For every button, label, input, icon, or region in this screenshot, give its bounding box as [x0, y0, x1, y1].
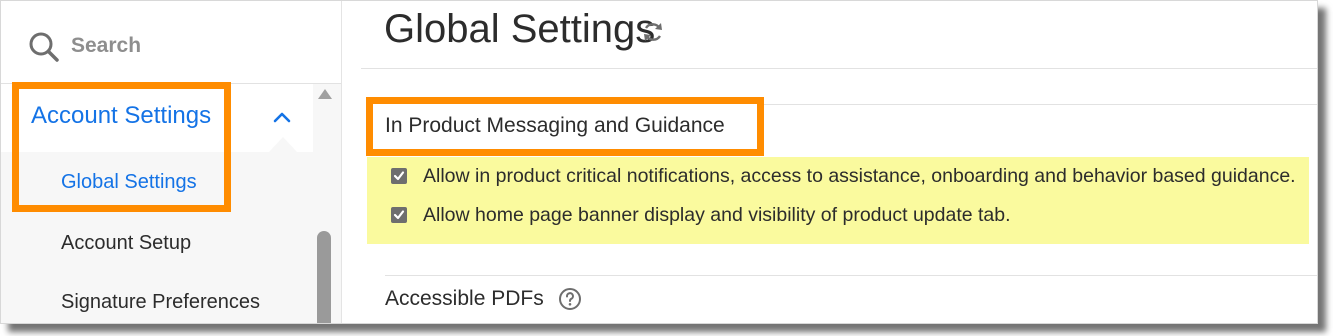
sidebar-item-signature-preferences[interactable]: Signature Preferences: [61, 291, 260, 314]
checkbox-checked-icon: [393, 210, 405, 220]
caret-notch: [269, 137, 297, 152]
divider: [361, 68, 1317, 69]
divider: [761, 104, 1317, 105]
search-input[interactable]: Search: [71, 34, 141, 58]
checkbox-checked-icon: [393, 171, 405, 181]
help-icon[interactable]: [558, 287, 582, 311]
search-bar[interactable]: Search: [1, 1, 341, 84]
divider: [385, 275, 1317, 276]
checkbox-home-banner[interactable]: [391, 207, 407, 223]
screenshot-frame: Search Account Settings Global Settings …: [0, 0, 1318, 324]
search-icon: [29, 32, 59, 62]
scrollbar-thumb[interactable]: [317, 231, 331, 323]
annotation-box-section: [366, 97, 764, 156]
sidebar-item-account-setup[interactable]: Account Setup: [61, 232, 191, 255]
option-label-critical-notifications: Allow in product critical notifications,…: [423, 165, 1296, 187]
page-title: Global Settings: [384, 7, 656, 51]
checkbox-critical-notifications[interactable]: [391, 168, 407, 184]
scroll-up-arrow[interactable]: [318, 89, 332, 99]
option-label-home-banner: Allow home page banner display and visib…: [423, 204, 1011, 226]
refresh-icon[interactable]: [641, 20, 665, 44]
chevron-up-icon[interactable]: [271, 106, 293, 128]
annotation-box-sidebar: [12, 82, 231, 212]
section-title-accessible-pdfs: Accessible PDFs: [385, 287, 544, 310]
